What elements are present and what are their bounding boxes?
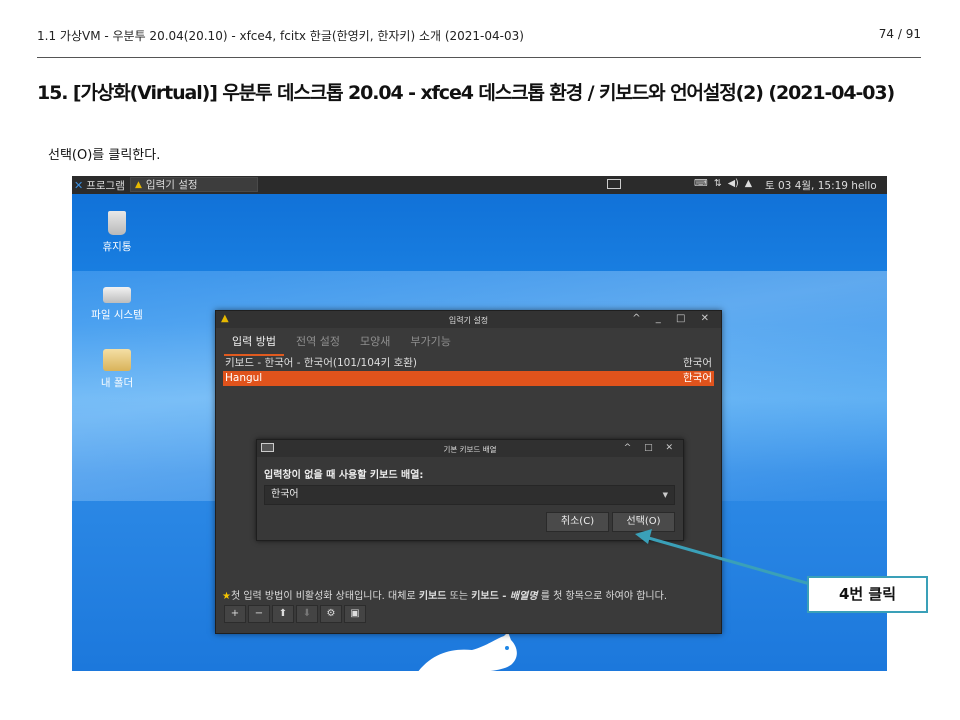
desktop-screenshot: ✕ 프로그램 ▲ 입력기 설정 ⌨ ⇅ ◀) ▲ 토 03 4월, 15:19 … — [72, 176, 887, 671]
remove-button[interactable]: − — [248, 605, 270, 623]
section-title: 15. [가상화(Virtual)] 우분투 데스크톱 20.04 - xfce… — [37, 82, 895, 104]
list-item[interactable]: 키보드 - 한국어 - 한국어(101/104키 호환) 한국어 — [223, 356, 714, 371]
page-number: 74 / 91 — [878, 27, 921, 41]
layout-combobox[interactable]: 한국어 ▼ — [264, 485, 675, 505]
window-controls[interactable]: ^ _ □ ✕ — [632, 313, 715, 324]
input-method-icon[interactable]: ⌨ — [694, 178, 708, 189]
window-titlebar[interactable]: ▲ 입력기 설정 ^ _ □ ✕ — [216, 311, 721, 328]
tab-input-method[interactable]: 입력 방법 — [224, 331, 284, 356]
hint-part: 첫 입력 방법이 비활성화 상태입니다. 대체로 — [230, 591, 419, 602]
keyboard-app-icon: ▲ — [135, 179, 142, 190]
hint-part: 키보드 — [418, 591, 447, 602]
list-item-lang: 한국어 — [683, 357, 712, 369]
input-method-list: 키보드 - 한국어 - 한국어(101/104키 호환) 한국어 Hangul … — [223, 356, 714, 386]
add-button[interactable]: + — [224, 605, 246, 623]
star-icon: ★ — [222, 591, 231, 602]
top-panel: ✕ 프로그램 ▲ 입력기 설정 ⌨ ⇅ ◀) ▲ 토 03 4월, 15:19 … — [72, 176, 887, 194]
move-down-button[interactable]: ⬇ — [296, 605, 318, 623]
desktop-icon-label: 내 폴더 — [100, 377, 134, 389]
list-toolbar: + − ⬆ ⬇ ⚙ ▣ — [224, 605, 366, 623]
applications-menu-label: 프로그램 — [86, 180, 125, 192]
taskbar-button-input-settings[interactable]: ▲ 입력기 설정 — [130, 177, 258, 192]
xfce-icon: ✕ — [74, 179, 84, 192]
tab-global-settings[interactable]: 전역 설정 — [288, 331, 348, 356]
hint-part: 배열명 — [509, 591, 538, 602]
system-tray: ⌨ ⇅ ◀) ▲ — [694, 178, 752, 189]
volume-icon[interactable]: ◀) — [728, 178, 739, 189]
keyboard-indicator-icon[interactable] — [607, 179, 621, 189]
hint-part: 키보드 - — [471, 591, 510, 602]
notification-bell-icon[interactable]: ▲ — [745, 178, 752, 189]
list-item-name: 키보드 - 한국어 - 한국어(101/104키 호환) — [225, 357, 417, 369]
list-item-name: Hangul — [225, 372, 263, 384]
desktop-icon-label: 휴지통 — [102, 241, 132, 253]
list-item-lang: 한국어 — [683, 372, 712, 384]
desktop-icon-filesystem[interactable]: 파일 시스템 — [77, 279, 157, 322]
desktop-icon-trash[interactable]: 휴지통 — [77, 211, 157, 254]
keyboard-layout-button[interactable]: ▣ — [344, 605, 366, 623]
combobox-value: 한국어 — [271, 489, 299, 500]
trash-icon — [108, 211, 126, 235]
home-folder-icon — [103, 349, 131, 371]
dialog-title: 기본 키보드 배열 — [443, 445, 497, 454]
list-item-selected[interactable]: Hangul 한국어 — [223, 371, 714, 386]
ok-button[interactable]: 선택(O) — [612, 512, 675, 532]
dropdown-arrow-icon: ▼ — [662, 491, 668, 499]
doc-title: 1.1 가상VM - 우분투 20.04(20.10) - xfce4, fci… — [37, 29, 524, 43]
dialog-titlebar[interactable]: 기본 키보드 배열 ^ □ ✕ — [257, 440, 683, 457]
hint-text: ★첫 입력 방법이 비활성화 상태입니다. 대체로 키보드 또는 키보드 - 배… — [222, 587, 717, 602]
configure-button[interactable]: ⚙ — [320, 605, 342, 623]
network-icon[interactable]: ⇅ — [714, 178, 722, 189]
hint-part: 를 첫 항목으로 하여야 합니다. — [537, 591, 668, 602]
desktop-icon-label: 파일 시스템 — [91, 309, 143, 321]
cancel-button[interactable]: 취소(C) — [546, 512, 609, 532]
desktop-icon-home[interactable]: 내 폴더 — [77, 349, 157, 390]
tab-addons[interactable]: 부가기능 — [402, 331, 458, 356]
step-callout: 4번 클릭 — [807, 576, 928, 613]
drive-icon — [103, 287, 131, 303]
layout-label: 입력창이 없을 때 사용할 키보드 배열: — [264, 470, 424, 481]
clock[interactable]: 토 03 4월, 15:19 hello — [765, 178, 877, 193]
move-up-button[interactable]: ⬆ — [272, 605, 294, 623]
page-header: 1.1 가상VM - 우분투 20.04(20.10) - xfce4, fci… — [37, 25, 921, 58]
default-keyboard-layout-dialog: 기본 키보드 배열 ^ □ ✕ 입력창이 없을 때 사용할 키보드 배열: 한국… — [256, 439, 684, 541]
tab-appearance[interactable]: 모양새 — [352, 331, 398, 356]
hint-part: 또는 — [446, 591, 472, 602]
dialog-window-controls[interactable]: ^ □ ✕ — [624, 443, 678, 453]
instruction-text: 선택(O)를 클릭한다. — [48, 148, 161, 163]
applications-menu[interactable]: ✕ 프로그램 — [74, 178, 125, 193]
taskbar-button-label: 입력기 설정 — [145, 179, 198, 191]
tab-bar: 입력 방법 전역 설정 모양새 부가기능 — [224, 331, 463, 356]
mouse-mascot-icon — [418, 632, 517, 671]
